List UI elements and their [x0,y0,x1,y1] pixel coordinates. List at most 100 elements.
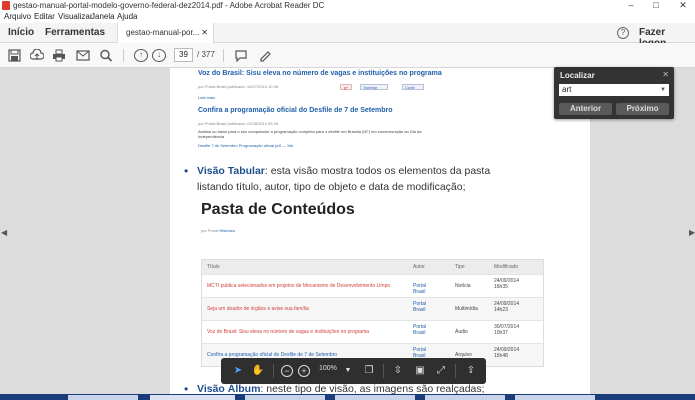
taskbar-item[interactable] [515,395,595,400]
zoom-in-icon[interactable]: + [298,365,310,377]
page-down-icon[interactable]: ↓ [152,49,166,62]
acrobat-icon [2,1,10,10]
paragraph-tabular-view: Visão Tabular: esta visão mostra todos o… [197,165,491,193]
row-type: Multimídia [455,306,478,312]
fullscreen-icon[interactable]: ⤢ [434,364,448,378]
page-number-input[interactable]: 39 [174,48,193,62]
find-previous-button[interactable]: Anterior [559,103,612,115]
taskbar-item[interactable] [245,395,325,400]
find-next-button[interactable]: Próximo [616,103,669,115]
page-total: / 377 [197,50,215,59]
find-query: art [562,85,572,94]
feed-item-meta: por Portal Brasil publicado: 22/08/2014 … [198,121,279,126]
row-type: Notícia [455,283,471,289]
email-icon[interactable] [76,49,90,62]
table-row: MCTI publica selecionados em projetos de… [202,274,543,297]
copy-pages-icon[interactable]: ❐ [362,364,376,378]
feed-item-title[interactable]: Voz do Brasil: Sisu eleva no número de v… [198,70,442,77]
tab-home[interactable]: Início [8,27,34,38]
tab-document[interactable]: gestao-manual-por... ✕ [117,23,214,43]
menu-edit[interactable]: Editar [34,11,55,23]
window-titlebar: gestao-manual-portal-modelo-governo-fede… [0,0,695,11]
row-modified: 24/09/2014 16h35 [494,278,520,290]
toolbar-divider [383,364,384,378]
row-author-link[interactable]: Portal Brasil [413,301,439,313]
toolbar-divider [455,364,456,378]
taskbar-item[interactable] [335,395,415,400]
taskbar-item[interactable] [68,395,138,400]
menu-help[interactable]: Ajuda [117,11,137,23]
toolbar-divider [123,49,124,62]
zoom-dropdown-icon[interactable]: ▼ [341,364,355,378]
taskbar-item[interactable] [425,395,505,400]
find-input[interactable]: art ▼ [559,84,669,96]
upload-icon[interactable] [29,48,45,62]
taskbar-item[interactable] [150,395,235,400]
table-header: Título Autor Tipo Modificado [202,260,543,274]
toolbar: ↑ ↓ [0,43,695,68]
feed-item-body: Assista ou baixe para o seu computador a… [198,129,422,139]
fit-page-icon[interactable]: ⇳ [391,364,405,378]
rotate-page-icon[interactable]: ▣ [413,364,427,378]
row-title-link[interactable]: MCTI publica selecionados em projetos de… [207,283,407,289]
column-type: Tipo [455,264,465,270]
row-author-link[interactable]: Portal Brasil [413,324,439,336]
column-title: Título [207,264,220,270]
share-export-icon[interactable]: ⇪ [464,364,478,378]
menu-view[interactable]: Visualizar [58,11,93,23]
find-close-icon[interactable]: ✕ [662,70,669,79]
right-panel-toggle-icon[interactable]: ▶ [689,228,695,237]
chevron-down-icon[interactable]: ▼ [660,84,666,96]
tab-close-icon[interactable]: ✕ [201,23,208,43]
content-table: Título Autor Tipo Modificado MCTI public… [201,259,544,367]
row-title-link[interactable]: Seja um doador de órgãos e avise sua fam… [207,306,407,312]
feed-item-meta: por Portal Brasil publicado: 16/07/2014 … [198,84,279,89]
column-author: Autor [413,264,425,270]
bullet-icon: • [184,164,189,178]
window-title: gestao-manual-portal-modelo-governo-fede… [13,1,325,10]
zoom-level[interactable]: 100% [319,365,337,372]
page-up-icon[interactable]: ↑ [134,49,148,62]
feed-item-title[interactable]: Confira a programação oficial do Desfile… [198,107,393,114]
print-icon[interactable] [52,49,66,62]
menu-file[interactable]: Arquivo [4,11,31,23]
minimize-button[interactable]: – [622,0,640,11]
os-taskbar [0,394,695,400]
maximize-button[interactable]: □ [647,0,665,11]
left-panel-toggle-icon[interactable]: ◀ [1,228,7,237]
like-button[interactable]: Curtir [402,84,424,90]
save-icon[interactable] [7,49,21,62]
read-more-link[interactable]: Leia mais [198,95,215,100]
zoom-out-icon[interactable]: − [281,365,293,377]
tab-document-label: gestao-manual-por... [126,28,200,37]
find-panel: Localizar ✕ art ▼ Anterior Próximo [554,67,674,119]
row-modified: 30/07/2014 10h37 [494,324,520,336]
feed-item-links[interactable]: Desfile 7 de Setembro Programação oficia… [198,143,293,148]
close-window-button[interactable]: ✕ [674,0,692,11]
pen-icon[interactable] [258,49,272,62]
toolbar-divider [223,49,224,62]
find-title: Localizar [560,71,595,80]
row-type: Áudio [455,329,468,335]
toolbar-divider [273,364,274,378]
menu-window[interactable]: Janela [91,11,115,23]
help-icon[interactable]: ? [617,27,629,39]
byline: por Portal Histórico [201,228,236,233]
table-row: Voz do Brasil: Sisu eleva no número de v… [202,320,543,343]
hand-tool-icon[interactable]: ✋ [251,364,265,378]
page-heading: Pasta de Conteúdos [201,201,355,218]
select-cursor-icon[interactable]: ➤ [231,364,245,378]
menu-bar: Arquivo Editar Visualizar Janela Ajuda [0,11,695,23]
pdf-page: Voz do Brasil: Sisu eleva no número de v… [170,68,590,400]
tab-tools[interactable]: Ferramentas [45,27,105,38]
column-modified: Modificado [494,264,519,270]
row-title-link[interactable]: Voz do Brasil: Sisu eleva no número de v… [207,329,407,335]
tweet-button[interactable]: Tweetar [360,84,388,90]
gplus-button[interactable]: g+ [340,84,352,90]
floating-toolbar: ➤ ✋ − + 100% ▼ ❐ ⇳ ▣ ⤢ ⇪ [221,358,486,384]
table-row: Seja um doador de órgãos e avise sua fam… [202,297,543,320]
comment-icon[interactable] [234,49,248,63]
search-icon[interactable] [99,49,113,62]
row-modified: 24/09/2014 15h48 [494,347,520,359]
row-author-link[interactable]: Portal Brasil [413,283,439,295]
